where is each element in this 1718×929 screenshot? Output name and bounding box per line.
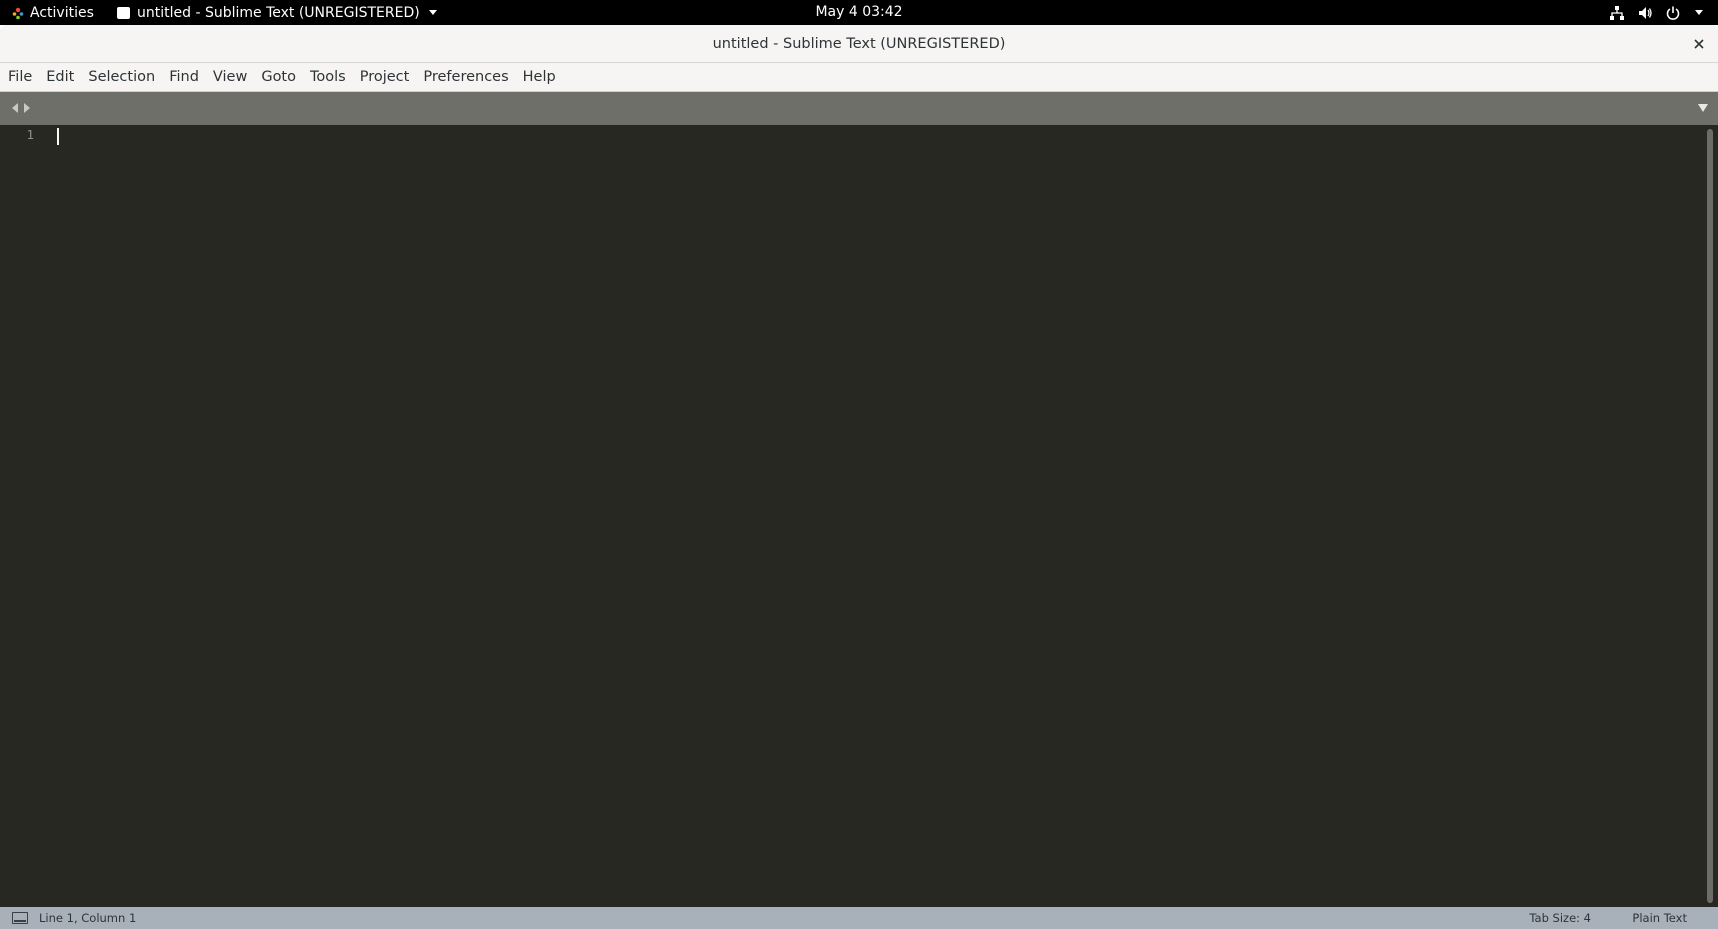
menu-file[interactable]: File [0, 63, 39, 92]
editor-view[interactable]: 1 [0, 125, 1718, 907]
clock[interactable]: May 4 03:42 [0, 0, 1718, 25]
menu-preferences[interactable]: Preferences [416, 63, 515, 92]
menu-project[interactable]: Project [353, 63, 417, 92]
system-top-bar: Activities untitled - Sublime Text (UNRE… [0, 0, 1718, 25]
power-icon [1666, 6, 1680, 20]
menu-help[interactable]: Help [516, 63, 563, 92]
window-title: untitled - Sublime Text (UNREGISTERED) [712, 36, 1006, 52]
menu-bar: File Edit Selection Find View Goto Tools… [0, 63, 1718, 92]
system-tray[interactable] [1609, 0, 1703, 25]
code-text-area[interactable] [46, 125, 1700, 907]
tab-next-arrow-icon[interactable] [23, 102, 32, 114]
text-cursor [57, 128, 59, 145]
cursor-position[interactable]: Line 1, Column 1 [39, 907, 136, 929]
syntax-selector[interactable]: Plain Text [1632, 907, 1687, 929]
status-bar: Line 1, Column 1 Tab Size: 4 Plain Text [0, 907, 1718, 929]
menu-goto[interactable]: Goto [254, 63, 303, 92]
tab-size-selector[interactable]: Tab Size: 4 [1529, 907, 1591, 929]
line-gutter[interactable]: 1 [0, 125, 46, 907]
close-window-button[interactable] [1688, 33, 1710, 55]
menu-selection[interactable]: Selection [81, 63, 162, 92]
close-icon [1694, 39, 1704, 49]
volume-icon [1639, 6, 1652, 19]
tab-navigation [10, 102, 32, 114]
menu-tools[interactable]: Tools [303, 63, 353, 92]
tab-list-dropdown-icon[interactable] [1698, 104, 1708, 112]
tab-prev-arrow-icon[interactable] [10, 102, 19, 114]
chevron-down-icon [1695, 10, 1703, 15]
tab-strip [0, 92, 1718, 125]
network-icon [1610, 5, 1624, 20]
clock-label: May 4 03:42 [815, 4, 903, 20]
menu-view[interactable]: View [206, 63, 254, 92]
line-number: 1 [26, 127, 34, 142]
panel-toggle-icon[interactable] [12, 912, 28, 924]
window-title-bar[interactable]: untitled - Sublime Text (UNREGISTERED) [0, 25, 1718, 63]
vertical-scrollbar[interactable] [1707, 129, 1713, 903]
menu-find[interactable]: Find [162, 63, 206, 92]
menu-edit[interactable]: Edit [39, 63, 81, 92]
